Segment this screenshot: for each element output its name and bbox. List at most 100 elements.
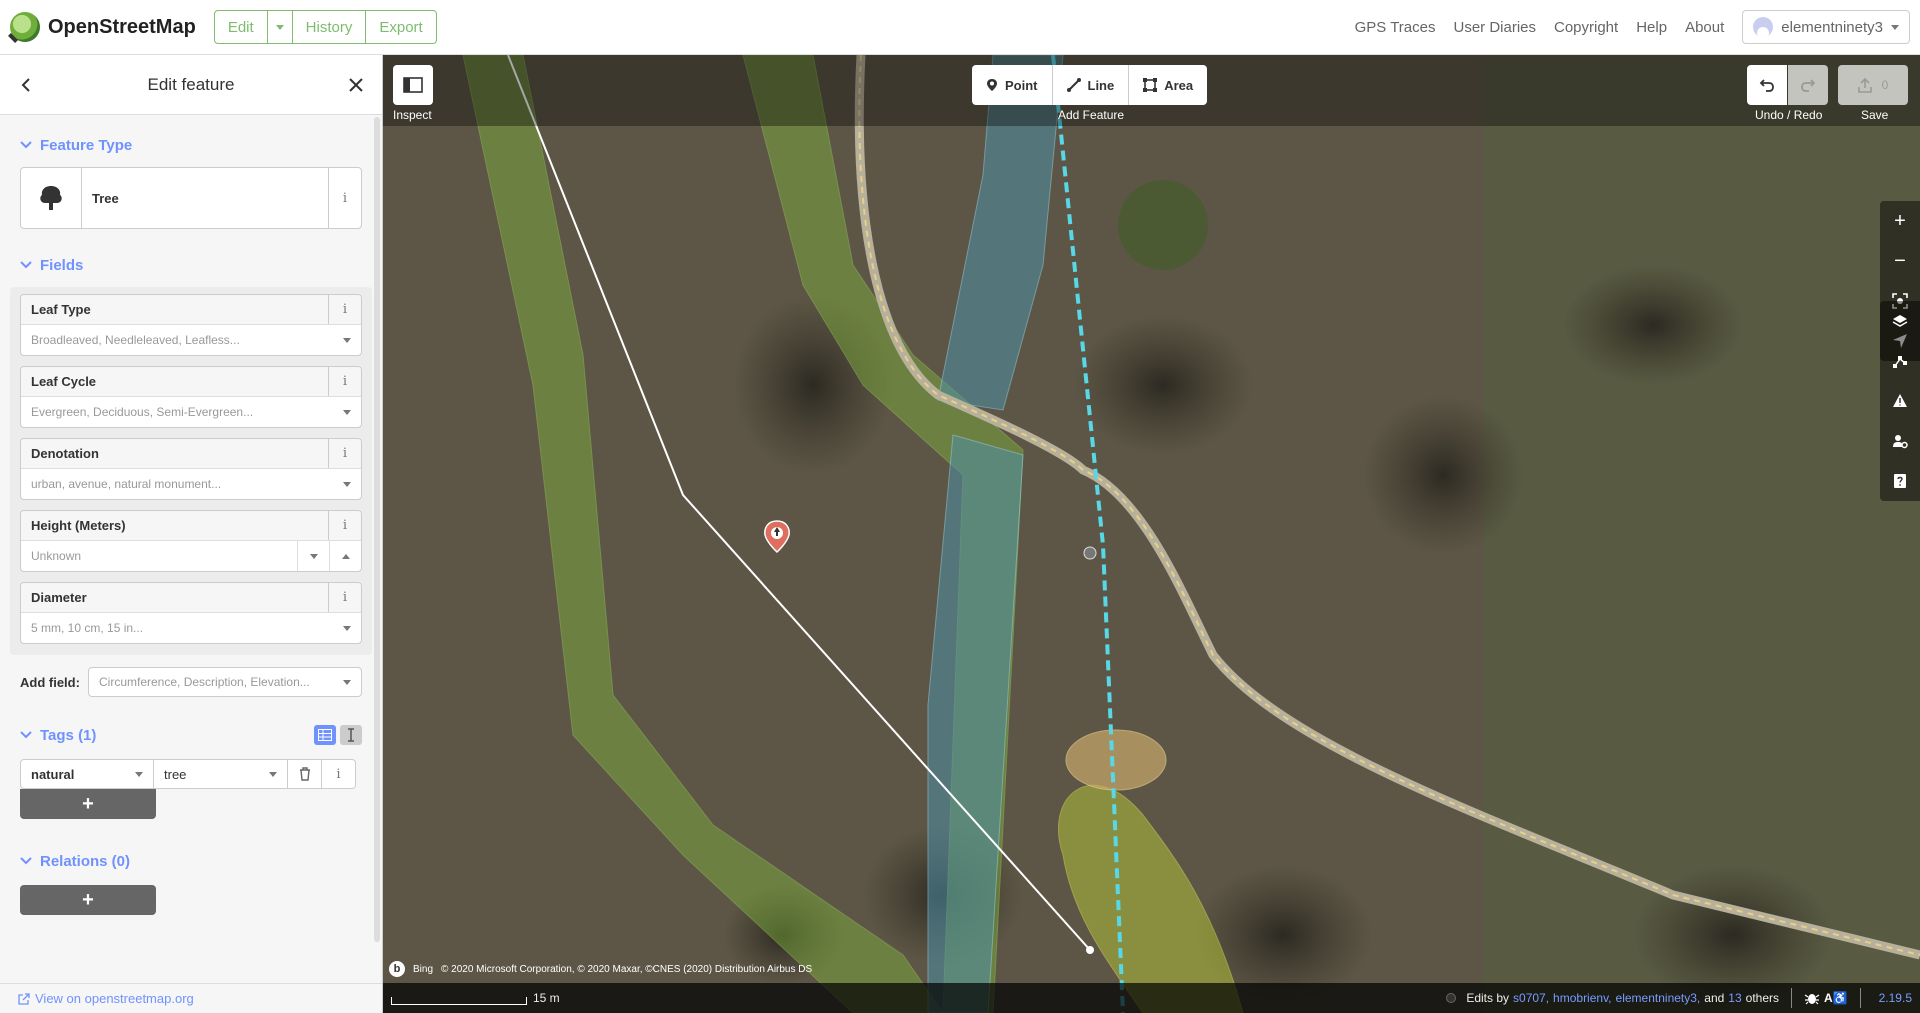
feature-type-section-toggle[interactable]: Feature Type [20,133,362,157]
help-pane-button[interactable] [1880,461,1920,501]
site-logo[interactable]: OpenStreetMap [10,12,196,42]
view-on-osm-link[interactable]: View on openstreetmap.org [35,991,194,1006]
field-placeholder: Evergreen, Deciduous, Semi-Evergreen... [31,405,254,419]
undo-button[interactable] [1747,65,1787,105]
line-icon [1066,78,1081,92]
zoom-in-button[interactable]: + [1880,201,1920,241]
tag-key-input[interactable]: natural [20,759,154,789]
field-label: Leaf Cycle [31,374,97,389]
editor-link[interactable]: s0707, [1513,991,1549,1005]
list-view-button[interactable] [314,725,336,745]
edits-by-prefix: Edits by [1466,991,1510,1005]
user-menu[interactable]: elementninety3 [1742,10,1910,44]
chevron-down-icon [20,141,32,149]
layers-icon [1892,315,1908,327]
accessibility-icon[interactable]: A♿ [1824,991,1848,1005]
add-field-input[interactable]: Circumference, Description, Elevation... [88,667,362,697]
back-button[interactable] [14,73,38,97]
table-icon [318,729,332,741]
nav-about[interactable]: About [1685,19,1724,36]
bug-icon[interactable] [1804,991,1820,1005]
background-pane-button[interactable] [1880,301,1920,341]
close-button[interactable] [344,73,368,97]
denotation-combo[interactable]: urban, avenue, natural monument... [21,469,361,499]
add-tag-button[interactable]: + [20,789,156,819]
tag-row: natural tree i [20,759,362,789]
issues-pane-button[interactable] [1880,381,1920,421]
nav-copyright[interactable]: Copyright [1554,19,1618,36]
fields-heading: Fields [40,256,84,274]
info-button[interactable]: i [328,439,361,468]
loading-indicator-icon [1446,993,1457,1003]
warning-icon [1893,394,1907,407]
zoom-out-button[interactable]: − [1880,241,1920,281]
map-canvas[interactable]: Inspect Point Line Area Add Feature Undo… [383,55,1920,1013]
edit-dropdown-button[interactable] [266,11,292,43]
info-icon: i [342,302,348,317]
map-data-icon [1893,356,1907,368]
sidebar-toggle-button[interactable] [393,65,433,105]
info-button[interactable]: i [328,511,361,540]
others-count-link[interactable]: 13 [1728,991,1741,1005]
diameter-combo[interactable]: 5 mm, 10 cm, 15 in... [21,613,361,643]
add-relation-button[interactable]: + [20,885,156,915]
nav-gps-traces[interactable]: GPS Traces [1355,19,1436,36]
sidebar-icon [403,77,423,93]
info-button[interactable]: i [328,583,361,612]
save-button[interactable]: 0 [1838,65,1908,105]
editor-link[interactable]: hmobrienv, [1553,991,1611,1005]
map-data-pane-button[interactable] [1880,341,1920,381]
preferences-pane-button[interactable] [1880,421,1920,461]
caret-down-icon [343,625,351,631]
undo-icon [1759,79,1774,92]
redo-button[interactable] [1788,65,1828,105]
undo-redo-label: Undo / Redo [1755,108,1823,122]
preset-name: Tree [92,190,119,206]
preset-selector[interactable]: Tree i [20,167,362,229]
edit-button[interactable]: Edit [215,11,267,43]
edit-history-export-group: Edit History Export [213,10,437,44]
tag-info-button[interactable]: i [322,759,356,789]
help-icon [1894,474,1906,488]
editor-link[interactable]: elementninety3, [1616,991,1701,1005]
fields-section-toggle[interactable]: Fields [20,253,362,277]
sidebar-scrollbar[interactable] [374,117,380,942]
nav-help[interactable]: Help [1636,19,1667,36]
plus-icon: + [82,792,94,815]
leaf-cycle-combo[interactable]: Evergreen, Deciduous, Semi-Evergreen... [21,397,361,427]
add-line-button[interactable]: Line [1051,65,1129,105]
history-button[interactable]: History [291,11,366,43]
close-icon [349,77,363,92]
scale-bar[interactable]: 15 m [391,991,560,1005]
info-button[interactable]: i [328,295,361,324]
field-placeholder: Unknown [31,549,82,563]
tag-value-input[interactable]: tree [154,759,288,789]
increment-button[interactable] [329,541,361,571]
imagery-attribution: b Bing © 2020 Microsoft Corporation, © 2… [389,961,812,977]
add-field-label: Add field: [20,674,80,690]
upload-icon [1857,77,1872,93]
add-point-button[interactable]: Point [972,65,1052,105]
caret-down-icon [343,679,351,685]
field-label: Diameter [31,590,87,605]
info-button[interactable]: i [328,367,361,396]
avatar [1753,17,1774,37]
decrement-button[interactable] [297,541,329,571]
version-link[interactable]: 2.19.5 [1879,991,1920,1005]
relations-section-toggle[interactable]: Relations (0) [20,849,362,873]
height-input[interactable]: Unknown [21,541,361,571]
tags-section-toggle[interactable]: Tags (1) [20,727,314,744]
text-view-button[interactable] [340,725,362,745]
attribution-text[interactable]: © 2020 Microsoft Corporation, © 2020 Max… [441,964,812,975]
nav-user-diaries[interactable]: User Diaries [1453,19,1536,36]
osm-logo-icon [10,12,40,42]
add-area-button[interactable]: Area [1128,65,1207,105]
point-label: Point [1005,77,1038,93]
delete-tag-button[interactable] [288,759,322,789]
info-button[interactable]: i [328,168,361,228]
aerial-imagery [383,55,1920,1013]
caret-down-icon [1891,24,1899,30]
tags-header: Tags (1) [20,723,362,747]
export-button[interactable]: Export [365,11,435,43]
leaf-type-combo[interactable]: Broadleaved, Needleleaved, Leafless... [21,325,361,355]
